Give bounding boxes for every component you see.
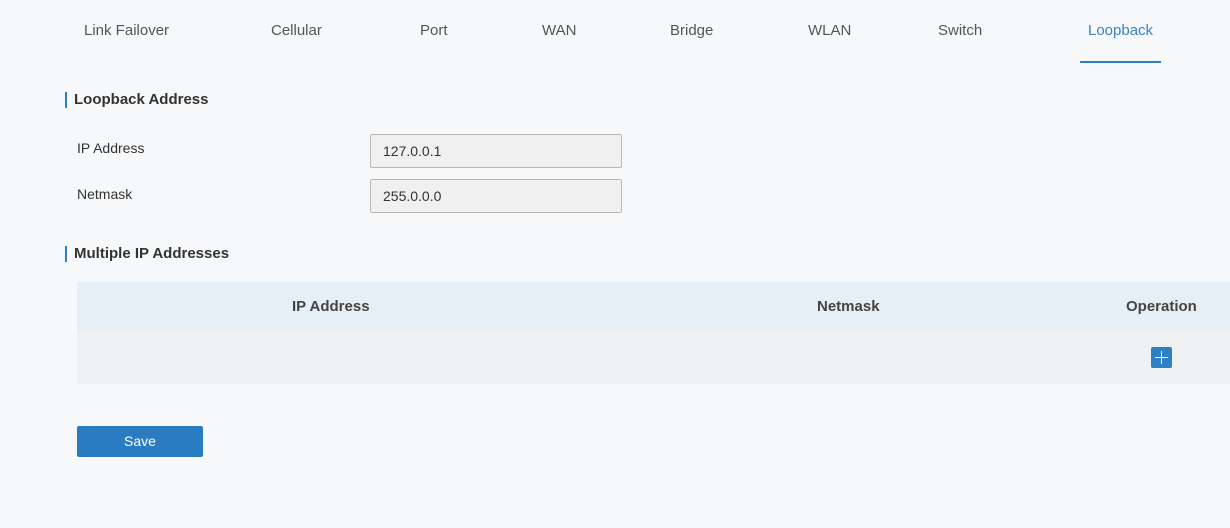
column-netmask: Netmask [817,298,880,315]
table-row [77,332,1230,384]
column-operation: Operation [1126,298,1197,315]
ip-address-label: IP Address [77,140,145,156]
tab-port[interactable]: Port [420,22,448,64]
tab-bar: Link Failover Cellular Port WAN Bridge W… [6,4,1230,64]
netmask-field[interactable]: 255.0.0.0 [370,179,622,213]
tab-wlan[interactable]: WLAN [808,22,851,64]
loopback-address-heading: Loopback Address [65,92,208,108]
tab-link-failover[interactable]: Link Failover [84,22,169,64]
add-ip-button[interactable] [1151,347,1172,368]
multiple-ip-table: IP Address Netmask Operation [77,282,1230,384]
tab-loopback[interactable]: Loopback [1079,22,1162,64]
multiple-ip-heading: Multiple IP Addresses [65,246,229,262]
loopback-settings-panel: Link Failover Cellular Port WAN Bridge W… [6,4,1230,524]
save-button[interactable]: Save [77,426,203,457]
netmask-label: Netmask [77,186,133,202]
table-header: IP Address Netmask Operation [77,282,1230,332]
tab-cellular[interactable]: Cellular [271,22,322,64]
tab-bridge[interactable]: Bridge [670,22,713,64]
ip-address-field[interactable]: 127.0.0.1 [370,134,622,168]
column-ip-address: IP Address [292,298,370,315]
tab-switch[interactable]: Switch [938,22,982,64]
tab-wan[interactable]: WAN [542,22,576,64]
